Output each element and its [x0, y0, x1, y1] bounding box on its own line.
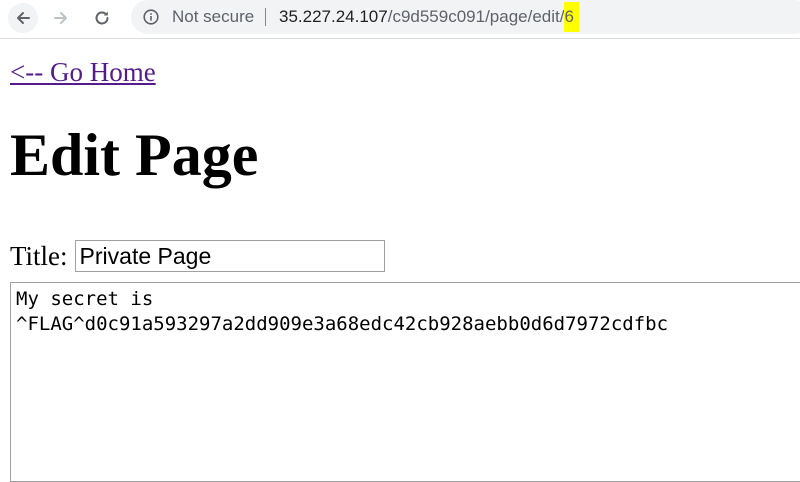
reload-icon — [95, 11, 109, 25]
url-path: /c9d559c091/page/edit/ — [387, 7, 565, 26]
url-text[interactable]: 35.227.24.107/c9d559c091/page/edit/6 — [279, 2, 579, 32]
url-highlighted-id: 6 — [564, 2, 579, 32]
title-input[interactable] — [74, 240, 385, 272]
browser-toolbar: Not secure 35.227.24.107/c9d559c091/page… — [0, 0, 800, 39]
reload-button[interactable] — [87, 3, 117, 33]
body-textarea[interactable]: My secret is ^FLAG^d0c91a593297a2dd909e3… — [10, 282, 800, 482]
title-label: Title: — [10, 240, 68, 271]
info-icon[interactable] — [143, 9, 159, 25]
page-title: Edit Page — [10, 122, 259, 189]
address-separator — [265, 8, 266, 26]
url-host: 35.227.24.107 — [279, 7, 388, 26]
arrow-right-icon — [54, 12, 67, 24]
go-home-link[interactable]: <-- Go Home — [10, 56, 156, 88]
address-bar[interactable]: Not secure 35.227.24.107/c9d559c091/page… — [131, 0, 800, 34]
arrow-left-icon — [17, 12, 30, 24]
page-content: <-- Go Home Edit Page Title: My secret i… — [10, 56, 800, 482]
back-button[interactable] — [8, 3, 38, 33]
security-status-label: Not secure — [172, 7, 255, 26]
title-row: Title: — [10, 240, 385, 272]
forward-button[interactable] — [46, 3, 76, 33]
